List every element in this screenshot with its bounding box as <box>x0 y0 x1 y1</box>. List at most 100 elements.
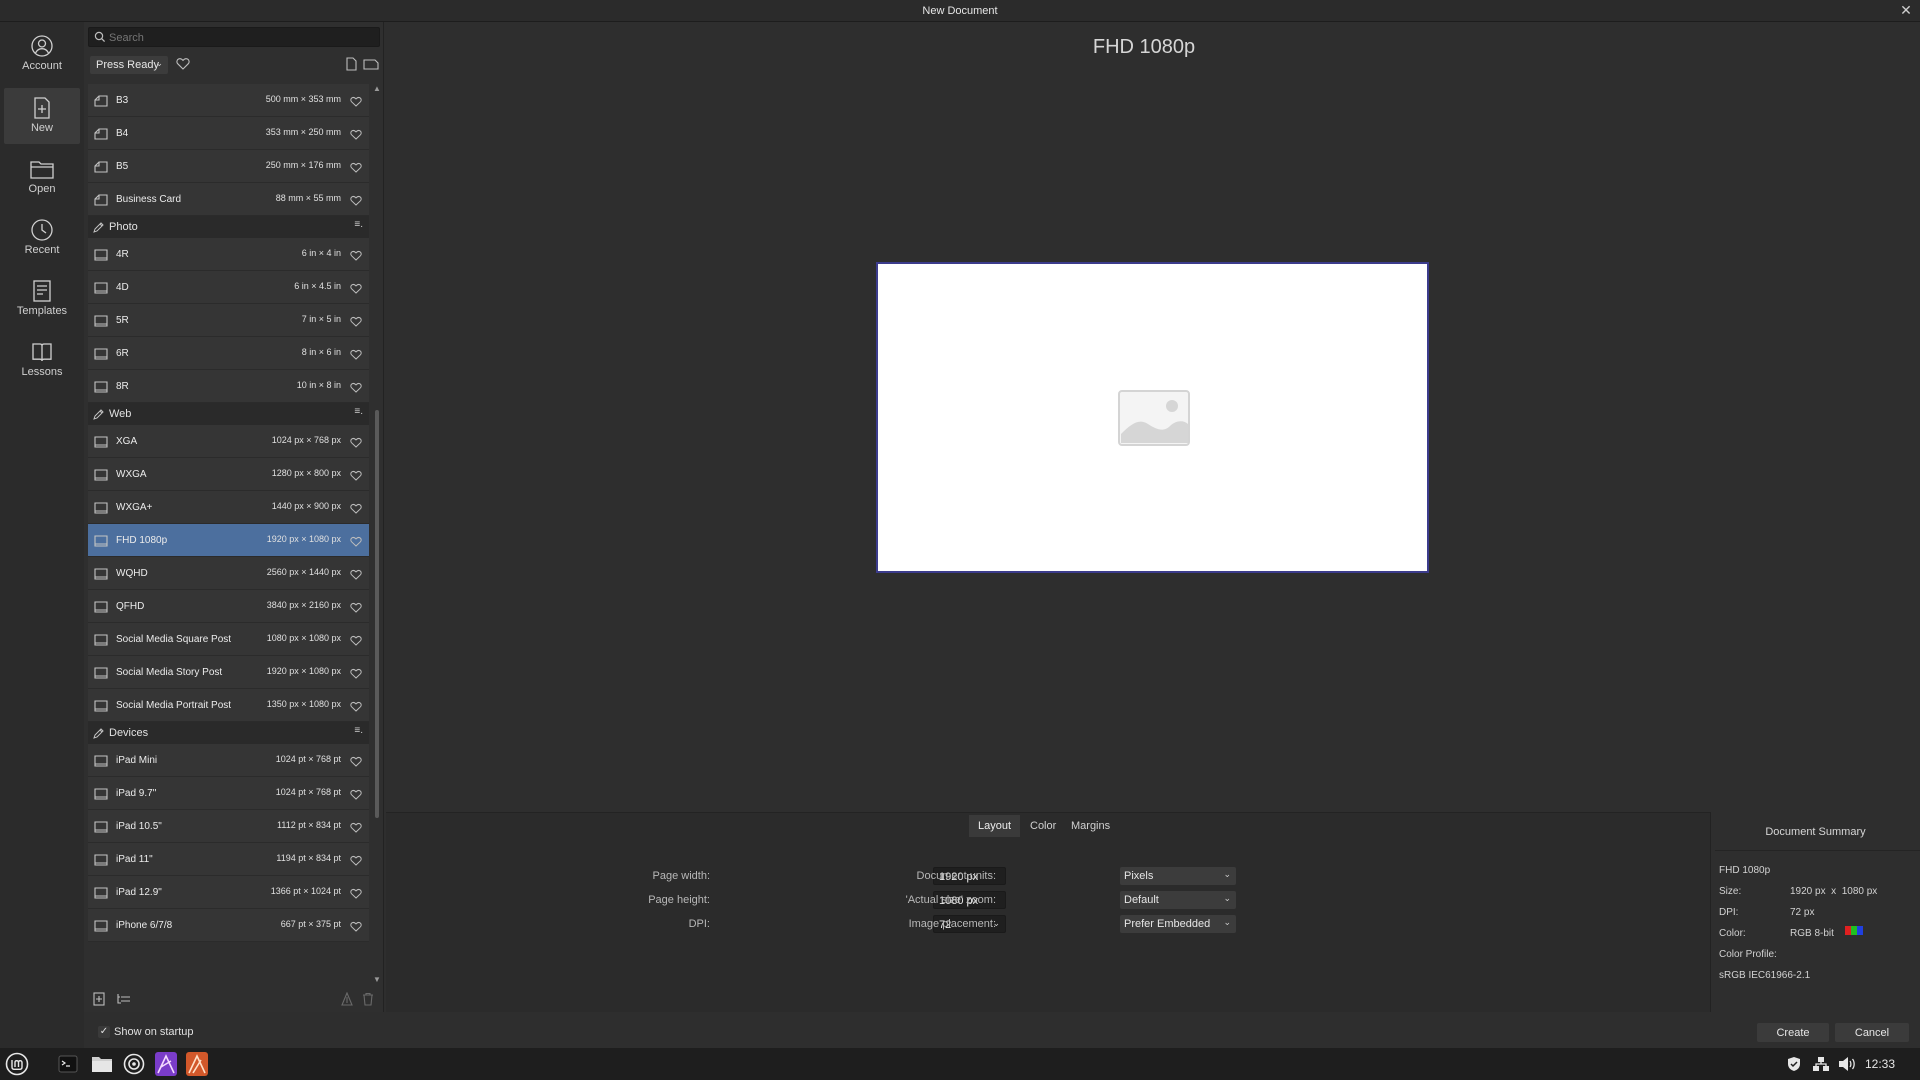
favorite-heart-icon[interactable] <box>350 316 362 327</box>
favorite-heart-icon[interactable] <box>350 349 362 360</box>
trash-icon[interactable] <box>362 992 374 1006</box>
favorite-heart-icon[interactable] <box>350 668 362 679</box>
nav-new-button[interactable]: New <box>4 88 80 144</box>
favorite-heart-icon[interactable] <box>350 569 362 580</box>
preset-row[interactable]: 4R 6 in × 4 in <box>88 238 369 271</box>
nav-templates-button[interactable]: Templates <box>4 271 80 327</box>
affinity-photo-icon[interactable] <box>155 1052 177 1076</box>
preset-row[interactable]: Social Media Story Post 1920 px × 1080 px <box>88 656 369 689</box>
favorite-heart-icon[interactable] <box>350 129 362 140</box>
preset-row[interactable]: QFHD 3840 px × 2160 px <box>88 590 369 623</box>
preset-name: B3 <box>116 95 129 106</box>
favorite-heart-icon[interactable] <box>350 283 362 294</box>
linux-mint-menu-icon[interactable] <box>5 1052 29 1076</box>
network-icon[interactable] <box>1812 1056 1830 1072</box>
add-category-icon[interactable] <box>116 992 132 1006</box>
preset-row[interactable]: FHD 1080p 1920 px × 1080 px <box>88 524 369 557</box>
create-button[interactable]: Create <box>1757 1023 1829 1042</box>
add-preset-icon[interactable] <box>92 992 106 1006</box>
preset-row[interactable]: 4D 6 in × 4.5 in <box>88 271 369 304</box>
preset-row[interactable]: Social Media Square Post 1080 px × 1080 p… <box>88 623 369 656</box>
adjust-icon[interactable] <box>340 992 354 1006</box>
screen-document-icon <box>94 282 108 294</box>
preset-row[interactable]: iPad Mini 1024 pt × 768 pt <box>88 744 369 777</box>
preset-row[interactable]: WXGA+ 1440 px × 900 px <box>88 491 369 524</box>
favorite-heart-icon[interactable] <box>350 756 362 767</box>
preset-scrollbar[interactable]: ▲ ▼ <box>372 84 382 984</box>
volume-icon[interactable] <box>1838 1056 1856 1072</box>
tab-layout[interactable]: Layout <box>969 815 1021 837</box>
preset-row[interactable]: iPad 12.9" 1366 pt × 1024 pt <box>88 876 369 909</box>
actual-size-zoom-select[interactable]: Default ⌄ <box>1120 891 1236 909</box>
favorites-filter-icon[interactable] <box>176 57 190 70</box>
preset-size: 1920 px × 1080 px <box>266 534 341 544</box>
favorite-heart-icon[interactable] <box>350 701 362 712</box>
preset-row[interactable]: iPhone 6/7/8 667 pt × 375 pt <box>88 909 369 942</box>
scroll-up-icon[interactable]: ▲ <box>373 84 381 93</box>
favorite-heart-icon[interactable] <box>350 635 362 646</box>
favorite-heart-icon[interactable] <box>350 437 362 448</box>
category-header-devices[interactable]: Devices ≡. <box>88 722 369 744</box>
favorite-heart-icon[interactable] <box>350 195 362 206</box>
preset-row[interactable]: 6R 8 in × 6 in <box>88 337 369 370</box>
nav-lessons-button[interactable]: Lessons <box>4 332 80 388</box>
favorite-heart-icon[interactable] <box>350 822 362 833</box>
close-icon[interactable]: ✕ <box>1898 2 1914 18</box>
browser-icon[interactable] <box>123 1053 145 1075</box>
terminal-icon[interactable] <box>58 1055 78 1073</box>
favorite-heart-icon[interactable] <box>350 888 362 899</box>
preset-row[interactable]: XGA 1024 px × 768 px <box>88 425 369 458</box>
files-icon[interactable] <box>91 1055 113 1073</box>
preset-row[interactable]: Business Card 88 mm × 55 mm <box>88 183 369 216</box>
favorite-heart-icon[interactable] <box>350 503 362 514</box>
search-box[interactable] <box>88 27 380 47</box>
favorite-heart-icon[interactable] <box>350 855 362 866</box>
preset-row[interactable]: iPad 10.5" 1112 pt × 834 pt <box>88 810 369 843</box>
preset-name: iPad 12.9" <box>116 887 162 898</box>
section-menu-icon[interactable]: ≡. <box>354 406 363 417</box>
favorite-heart-icon[interactable] <box>350 470 362 481</box>
show-on-startup-checkbox[interactable]: ✓ <box>98 1026 110 1038</box>
preset-row[interactable]: iPad 11" 1194 pt × 834 pt <box>88 843 369 876</box>
document-units-select[interactable]: Pixels ⌄ <box>1120 867 1236 885</box>
nav-open-button[interactable]: Open <box>4 149 80 205</box>
affinity-designer-icon[interactable] <box>186 1052 208 1076</box>
tab-margins[interactable]: Margins <box>1062 815 1119 837</box>
favorite-heart-icon[interactable] <box>350 789 362 800</box>
tab-color[interactable]: Color <box>1021 815 1065 837</box>
preset-row[interactable]: 5R 7 in × 5 in <box>88 304 369 337</box>
image-placement-select[interactable]: Prefer Embedded ⌄ <box>1120 915 1236 933</box>
favorite-heart-icon[interactable] <box>350 602 362 613</box>
favorite-heart-icon[interactable] <box>350 250 362 261</box>
preset-row[interactable]: Social Media Portrait Post 1350 px × 1080… <box>88 689 369 722</box>
shield-icon[interactable] <box>1786 1056 1802 1072</box>
preset-size: 1024 pt × 768 pt <box>275 787 341 797</box>
cancel-button[interactable]: Cancel <box>1835 1023 1909 1042</box>
section-menu-icon[interactable]: ≡. <box>354 725 363 736</box>
preset-row[interactable]: iPad 9.7" 1024 pt × 768 pt <box>88 777 369 810</box>
favorite-heart-icon[interactable] <box>350 162 362 173</box>
scroll-down-icon[interactable]: ▼ <box>373 975 381 984</box>
favorite-heart-icon[interactable] <box>350 921 362 932</box>
nav-account-button[interactable]: Account <box>4 26 80 82</box>
favorite-heart-icon[interactable] <box>350 536 362 547</box>
preset-size: 1024 px × 768 px <box>271 435 341 445</box>
search-input[interactable] <box>109 30 369 45</box>
preset-row[interactable]: WQHD 2560 px × 1440 px <box>88 557 369 590</box>
favorite-heart-icon[interactable] <box>350 382 362 393</box>
preset-row[interactable]: B3 500 mm × 353 mm <box>88 84 369 117</box>
favorite-heart-icon[interactable] <box>350 96 362 107</box>
preset-row[interactable]: WXGA 1280 px × 800 px <box>88 458 369 491</box>
preset-row[interactable]: B4 353 mm × 250 mm <box>88 117 369 150</box>
preset-row[interactable]: B5 250 mm × 176 mm <box>88 150 369 183</box>
landscape-orientation-icon[interactable] <box>363 57 379 71</box>
preset-row[interactable]: 8R 10 in × 8 in <box>88 370 369 403</box>
category-header-web[interactable]: Web ≡. <box>88 403 369 425</box>
category-header-photo[interactable]: Photo ≡. <box>88 216 369 238</box>
portrait-orientation-icon[interactable] <box>344 57 358 71</box>
clock[interactable]: 12:33 <box>1865 1057 1895 1071</box>
scroll-thumb[interactable] <box>375 410 379 818</box>
category-dropdown[interactable]: Press Ready ⌄ <box>90 56 168 74</box>
nav-recent-button[interactable]: Recent <box>4 210 80 266</box>
section-menu-icon[interactable]: ≡. <box>354 219 363 230</box>
